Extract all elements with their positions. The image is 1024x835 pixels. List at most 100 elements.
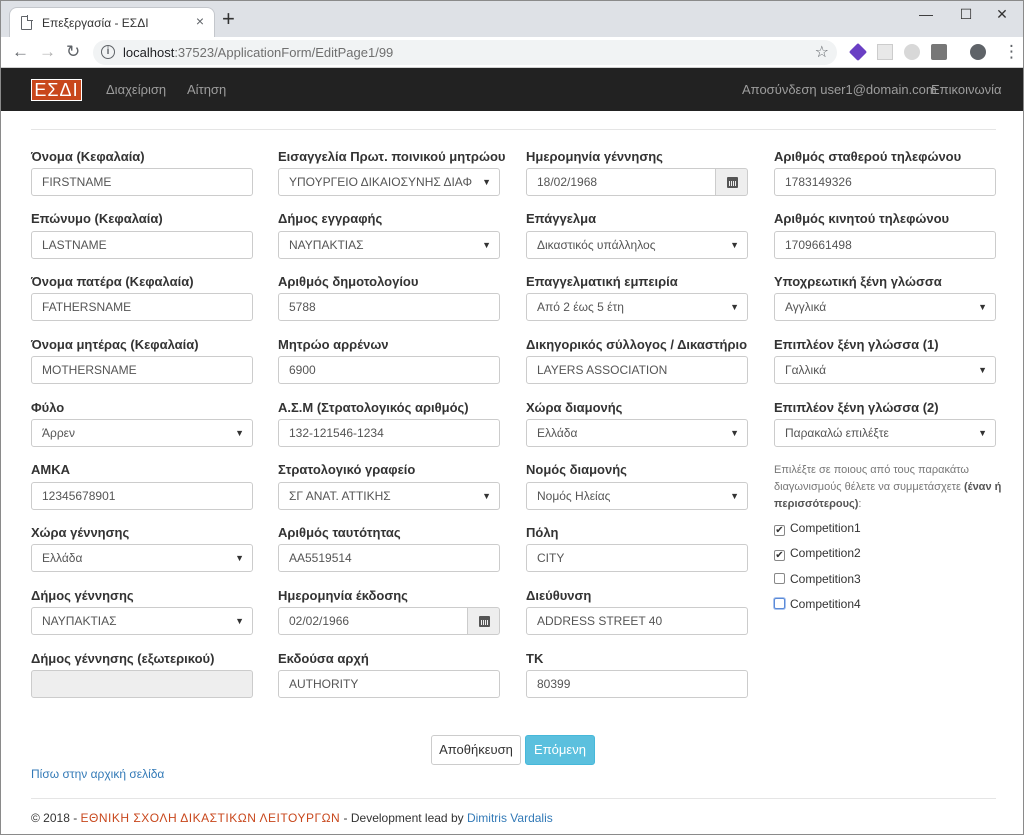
id-number-input[interactable]: ΑΑ5519514 bbox=[278, 544, 500, 572]
residence-prefecture-select[interactable]: Νομός Ηλείας ▼ bbox=[526, 482, 748, 510]
logout-link[interactable]: Αποσύνδεση user1@domain.com bbox=[742, 82, 937, 97]
label-registration-municipality: Δήμος εγγραφής bbox=[278, 211, 383, 226]
chevron-down-icon: ▼ bbox=[482, 240, 491, 250]
registration-municipality-select[interactable]: ΝΑΥΠΑΚΤΙΑΣ ▼ bbox=[278, 231, 500, 259]
forward-button[interactable]: → bbox=[39, 41, 56, 63]
competition-3-option[interactable]: Competition3 bbox=[774, 572, 861, 586]
checkbox-unchecked-focused[interactable] bbox=[774, 598, 785, 609]
info-icon[interactable]: i bbox=[101, 45, 115, 59]
birth-municipality-select[interactable]: ΝΑΥΠΑΚΤΙΑΣ ▼ bbox=[31, 607, 253, 635]
minimize-button[interactable]: — bbox=[906, 3, 946, 25]
extra-language-2-select[interactable]: Παρακαλώ επιλέξτε ▼ bbox=[774, 419, 996, 447]
competition-4-option[interactable]: Competition4 bbox=[774, 597, 861, 611]
mother-name-input[interactable]: MOTHERSNAME bbox=[31, 356, 253, 384]
extra-language-1-select[interactable]: Γαλλικά ▼ bbox=[774, 356, 996, 384]
calendar-icon bbox=[727, 177, 738, 188]
developer-link[interactable]: Dimitris Vardalis bbox=[467, 811, 553, 825]
contact-link[interactable]: Επικοινωνία bbox=[931, 82, 1002, 97]
checkbox-unchecked[interactable] bbox=[774, 573, 785, 584]
profession-select[interactable]: Δικαστικός υπάλληλος ▼ bbox=[526, 231, 748, 259]
browser-menu-icon[interactable]: ⋮ bbox=[1003, 41, 1020, 63]
brand-logo[interactable]: ΕΣΔΙ bbox=[31, 79, 82, 101]
next-button[interactable]: Επόμενη bbox=[525, 735, 595, 765]
checkbox-checked[interactable]: ✔ bbox=[774, 550, 785, 561]
checkbox-checked[interactable]: ✔ bbox=[774, 525, 785, 536]
city-input[interactable]: CITY bbox=[526, 544, 748, 572]
extension-cube-icon[interactable] bbox=[848, 42, 868, 62]
bookmark-star-icon[interactable]: ☆ bbox=[815, 42, 829, 62]
new-tab-button[interactable]: + bbox=[222, 8, 235, 30]
chevron-down-icon: ▼ bbox=[482, 177, 491, 187]
issuing-authority-input[interactable]: AUTHORITY bbox=[278, 670, 500, 698]
back-home-link[interactable]: Πίσω στην αρχική σελίδα bbox=[31, 767, 164, 781]
extension-off-icon[interactable] bbox=[931, 44, 947, 60]
extension-grid-icon[interactable] bbox=[877, 44, 893, 60]
label-birth-country: Χώρα γέννησης bbox=[31, 525, 130, 540]
tab-strip: Επεξεργασία - ΕΣΔΙ × + — ☐ ✕ bbox=[1, 1, 1023, 37]
label-city: Πόλη bbox=[526, 525, 559, 540]
label-profession: Επάγγελμα bbox=[526, 211, 597, 226]
issue-date-calendar-button[interactable] bbox=[467, 607, 500, 635]
address-input[interactable]: ADDRESS STREET 40 bbox=[526, 607, 748, 635]
mandatory-language-select[interactable]: Αγγλικά ▼ bbox=[774, 293, 996, 321]
label-issue-date: Ημερομηνία έκδοσης bbox=[278, 588, 408, 603]
reload-button[interactable]: ↻ bbox=[66, 41, 80, 63]
military-office-select[interactable]: ΣΓ ΑΝΑΤ. ΑΤΤΙΚΗΣ ▼ bbox=[278, 482, 500, 510]
chevron-down-icon: ▼ bbox=[978, 302, 987, 312]
last-name-input[interactable]: LASTNAME bbox=[31, 231, 253, 259]
footer-divider bbox=[31, 798, 996, 799]
male-registry-input[interactable]: 6900 bbox=[278, 356, 500, 384]
form-content: Όνομα (Κεφαλαία) FIRSTNAME Επώνυμο (Κεφα… bbox=[1, 111, 1023, 834]
label-address: Διεύθυνση bbox=[526, 588, 592, 603]
father-name-input[interactable]: FATHERSNAME bbox=[31, 293, 253, 321]
competition-1-option[interactable]: ✔ Competition1 bbox=[774, 521, 861, 536]
extension-circle-icon[interactable] bbox=[904, 44, 920, 60]
footer: © 2018 - ΕΘΝΙΚΗ ΣΧΟΛΗ ΔΙΚΑΣΤΙΚΩΝ ΛΕΙΤΟΥΡ… bbox=[31, 811, 553, 825]
label-birth-date: Ημερομηνία γέννησης bbox=[526, 149, 663, 164]
school-name: ΕΘΝΙΚΗ ΣΧΟΛΗ ΔΙΚΑΣΤΙΚΩΝ ΛΕΙΤΟΥΡΓΩΝ bbox=[80, 811, 341, 825]
landline-phone-input[interactable]: 1783149326 bbox=[774, 168, 996, 196]
close-window-button[interactable]: ✕ bbox=[982, 3, 1022, 25]
label-mandatory-language: Υποχρεωτική ξένη γλώσσα bbox=[774, 274, 942, 289]
chevron-down-icon: ▼ bbox=[730, 491, 739, 501]
address-bar[interactable]: i localhost:37523/ApplicationForm/EditPa… bbox=[93, 40, 837, 65]
issue-date-input[interactable]: 02/02/1966 bbox=[278, 607, 468, 635]
tab-active[interactable]: Επεξεργασία - ΕΣΔΙ × bbox=[9, 7, 215, 37]
browser-toolbar: ← → ↻ i localhost:37523/ApplicationForm/… bbox=[1, 37, 1023, 68]
gender-select[interactable]: Άρρεν ▼ bbox=[31, 419, 253, 447]
label-id-number: Αριθμός ταυτότητας bbox=[278, 525, 401, 540]
birth-country-select[interactable]: Ελλάδα ▼ bbox=[31, 544, 253, 572]
label-birth-municipality-abroad: Δήμος γέννησης (εξωτερικού) bbox=[31, 651, 215, 666]
url-text[interactable]: localhost:37523/ApplicationForm/EditPage… bbox=[123, 45, 393, 60]
military-number-input[interactable]: 132-121546-1234 bbox=[278, 419, 500, 447]
chevron-down-icon: ▼ bbox=[730, 428, 739, 438]
first-name-input[interactable]: FIRSTNAME bbox=[31, 168, 253, 196]
label-military-office: Στρατολογικό γραφείο bbox=[278, 462, 416, 477]
label-residence-country: Χώρα διαμονής bbox=[526, 400, 623, 415]
birth-date-input[interactable]: 18/02/1968 bbox=[526, 168, 716, 196]
bar-association-input[interactable]: LAYERS ASSOCIATION bbox=[526, 356, 748, 384]
competition-2-option[interactable]: ✔ Competition2 bbox=[774, 546, 861, 561]
amka-input[interactable]: 12345678901 bbox=[31, 482, 253, 510]
label-amka: ΑΜΚΑ bbox=[31, 462, 70, 477]
prosecutor-select[interactable]: ΥΠΟΥΡΓΕΙΟ ΔΙΚΑΙΟΣΥΝΗΣ ΔΙΑΦ ▼ bbox=[278, 168, 500, 196]
label-first-name: Όνομα (Κεφαλαία) bbox=[31, 149, 145, 164]
competitions-hint: Επιλέξτε σε ποιους από τους παρακάτω δια… bbox=[774, 464, 1002, 510]
save-button[interactable]: Αποθήκευση bbox=[431, 735, 521, 765]
tab-close-icon[interactable]: × bbox=[196, 13, 204, 29]
postal-code-input[interactable]: 80399 bbox=[526, 670, 748, 698]
nav-link-admin[interactable]: Διαχείριση bbox=[106, 82, 166, 97]
label-military-number: Α.Σ.Μ (Στρατολογικός αριθμός) bbox=[278, 400, 469, 415]
residence-country-select[interactable]: Ελλάδα ▼ bbox=[526, 419, 748, 447]
label-landline-phone: Αριθμός σταθερού τηλεφώνου bbox=[774, 149, 962, 164]
nav-link-application[interactable]: Αίτηση bbox=[187, 82, 226, 97]
label-bar-association: Δικηγορικός σύλλογος / Δικαστήριο bbox=[526, 337, 748, 352]
back-button[interactable]: ← bbox=[12, 41, 29, 63]
maximize-button[interactable]: ☐ bbox=[946, 3, 986, 25]
birth-date-calendar-button[interactable] bbox=[715, 168, 748, 196]
experience-select[interactable]: Από 2 έως 5 έτη ▼ bbox=[526, 293, 748, 321]
label-experience: Επαγγελματική εμπειρία bbox=[526, 274, 678, 289]
registry-number-input[interactable]: 5788 bbox=[278, 293, 500, 321]
mobile-phone-input[interactable]: 1709661498 bbox=[774, 231, 996, 259]
profile-icon[interactable] bbox=[970, 44, 986, 60]
